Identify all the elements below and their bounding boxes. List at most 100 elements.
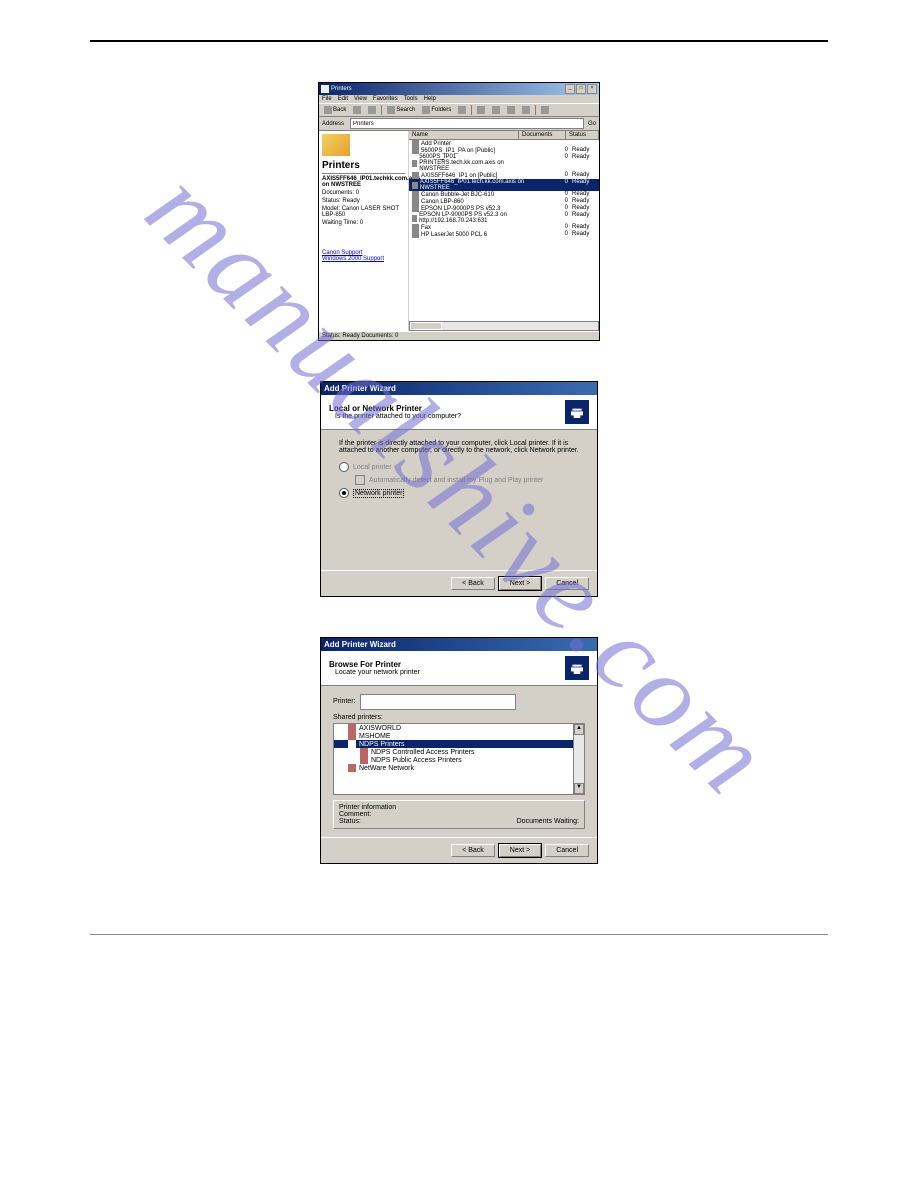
up-icon [368, 106, 376, 114]
tree-item[interactable]: MSHOME [334, 732, 584, 740]
link-windows-support[interactable]: Windows 2000 Support [322, 256, 405, 262]
top-rule [90, 40, 828, 42]
back-button[interactable]: < Back [451, 577, 495, 590]
tree-item[interactable]: NDPS Printers [334, 740, 584, 748]
column-headers: Name Documents Status [409, 131, 599, 140]
printer-name: Canon Bubble-Jet BJC-610 [421, 192, 494, 198]
menu-file[interactable]: File [322, 96, 332, 102]
toolbar: Back Search Folders [319, 103, 599, 117]
printer-row[interactable]: AXIS5FF646_IP1 on [Public]0Ready [409, 172, 599, 179]
window-buttons: _ □ × [565, 84, 597, 94]
maximize-button[interactable]: □ [576, 84, 586, 94]
printer-row[interactable]: AXIS5FF646_IP01.tech.kk.com.axis on NWST… [409, 179, 599, 191]
printer-input[interactable] [360, 694, 516, 710]
printer-status: Ready [572, 147, 596, 154]
menu-edit[interactable]: Edit [338, 96, 348, 102]
folders-icon [422, 106, 430, 114]
copyto-button[interactable] [490, 106, 502, 114]
forward-button[interactable] [351, 106, 363, 114]
moveto-button[interactable] [475, 106, 487, 114]
undo-icon [522, 106, 530, 114]
printer-icon [412, 160, 417, 167]
up-button[interactable] [366, 106, 378, 114]
documents-label: Documents: [322, 190, 354, 196]
printer-status: Ready [572, 205, 596, 212]
printer-row[interactable]: Canon Bubble-Jet BJC-6100Ready [409, 191, 599, 198]
cancel-button[interactable]: Cancel [545, 577, 589, 590]
wizard-local-network: Add Printer Wizard Local or Network Prin… [320, 381, 598, 597]
printer-row[interactable]: HP LaserJet 5000 PCL 60Ready [409, 231, 599, 238]
tree-item[interactable]: NDPS Controlled Access Printers [334, 748, 584, 756]
tree-item[interactable]: NDPS Public Access Printers [334, 756, 584, 764]
menu-tools[interactable]: Tools [404, 96, 418, 102]
tree-scrollbar[interactable]: ▲▼ [573, 724, 584, 794]
radio-local-printer[interactable]: Local printer [339, 462, 579, 472]
address-bar: Address Go [319, 117, 599, 131]
tree-item[interactable]: AXISWORLD [334, 724, 584, 732]
back-button[interactable]: Back [322, 106, 348, 114]
cancel-button[interactable]: Cancel [545, 844, 589, 857]
printer-icon [412, 224, 419, 231]
address-input[interactable] [350, 118, 584, 129]
go-button[interactable]: Go [587, 121, 596, 127]
history-icon [458, 106, 466, 114]
printer-name: AXIS5FF646_IP01.tech.kk.com.axis on NWST… [420, 179, 534, 191]
tree-item-label: NDPS Public Access Printers [371, 757, 462, 764]
shared-printers-label: Shared printers: [333, 714, 585, 721]
printer-name: EPSON LP-9000PS PS v52.3 on http://192.1… [419, 212, 534, 224]
minimize-button[interactable]: _ [565, 84, 575, 94]
menu-favorites[interactable]: Favorites [373, 96, 398, 102]
printer-row[interactable]: 5600PS_IP01 PRINTERS.tech.kk.com.axis on… [409, 154, 599, 172]
next-button[interactable]: Next > [499, 577, 541, 590]
wizard-subheading: Is the printer attached to your computer… [335, 413, 565, 420]
printer-row[interactable]: Fax0Ready [409, 224, 599, 231]
printer-icon [412, 147, 419, 154]
col-name[interactable]: Name [409, 131, 519, 139]
printer-row[interactable]: EPSON LP-9000PS PS v52.3 on http://192.1… [409, 212, 599, 224]
undo-button[interactable] [520, 106, 532, 114]
menubar: File Edit View Favorites Tools Help [319, 95, 599, 103]
wizard-titlebar[interactable]: Add Printer Wizard [321, 382, 597, 395]
printer-row[interactable]: 5600PS_IP1_PA on [Public]0Ready [409, 147, 599, 154]
horizontal-scrollbar[interactable] [409, 321, 599, 331]
radio-network-printer[interactable]: Network printer [339, 488, 579, 498]
col-status[interactable]: Status [566, 131, 599, 139]
network-node-icon [360, 756, 368, 764]
menu-help[interactable]: Help [424, 96, 436, 102]
col-documents[interactable]: Documents [519, 131, 566, 139]
printer-icon [412, 140, 419, 147]
printer-doc-count: 0 [534, 191, 572, 198]
search-icon [387, 106, 395, 114]
printer-status: Ready [572, 172, 596, 179]
views-button[interactable] [539, 106, 551, 114]
printer-status: Ready [572, 198, 596, 205]
menu-view[interactable]: View [354, 96, 367, 102]
search-button[interactable]: Search [385, 106, 417, 114]
history-button[interactable] [456, 106, 468, 114]
close-button[interactable]: × [587, 84, 597, 94]
tree-item[interactable]: NetWare Network [334, 764, 584, 772]
delete-button[interactable] [505, 106, 517, 114]
printer-status [572, 140, 596, 147]
printer-field-label: Printer: [333, 698, 356, 705]
printer-status: Ready [572, 212, 596, 224]
wizard-titlebar[interactable]: Add Printer Wizard [321, 638, 597, 651]
back-button[interactable]: < Back [451, 844, 495, 857]
folders-button[interactable]: Folders [420, 106, 453, 114]
printer-row[interactable]: Add Printer [409, 140, 599, 147]
shared-printers-tree[interactable]: AXISWORLDMSHOMENDPS PrintersNDPS Control… [333, 723, 585, 795]
printer-status: Ready [572, 231, 596, 238]
printer-row[interactable]: Canon LBP-8600Ready [409, 198, 599, 205]
waiting-value: 0 [360, 220, 363, 226]
printer-row[interactable]: EPSON LP-9000PS PS v52.30Ready [409, 205, 599, 212]
printer-doc-count: 0 [534, 224, 572, 231]
printers-large-icon [322, 134, 350, 156]
titlebar[interactable]: Printers _ □ × [319, 83, 599, 95]
printers-folder-icon [321, 85, 329, 93]
wizard-message: If the printer is directly attached to y… [339, 440, 579, 454]
tree-item-label: NetWare Network [359, 765, 414, 772]
side-panel: Printers AXIS5FF646_IP01.techkk.com.axis… [319, 131, 409, 331]
next-button[interactable]: Next > [499, 844, 541, 857]
side-heading: Printers [322, 160, 405, 171]
printer-doc-count [534, 140, 572, 147]
